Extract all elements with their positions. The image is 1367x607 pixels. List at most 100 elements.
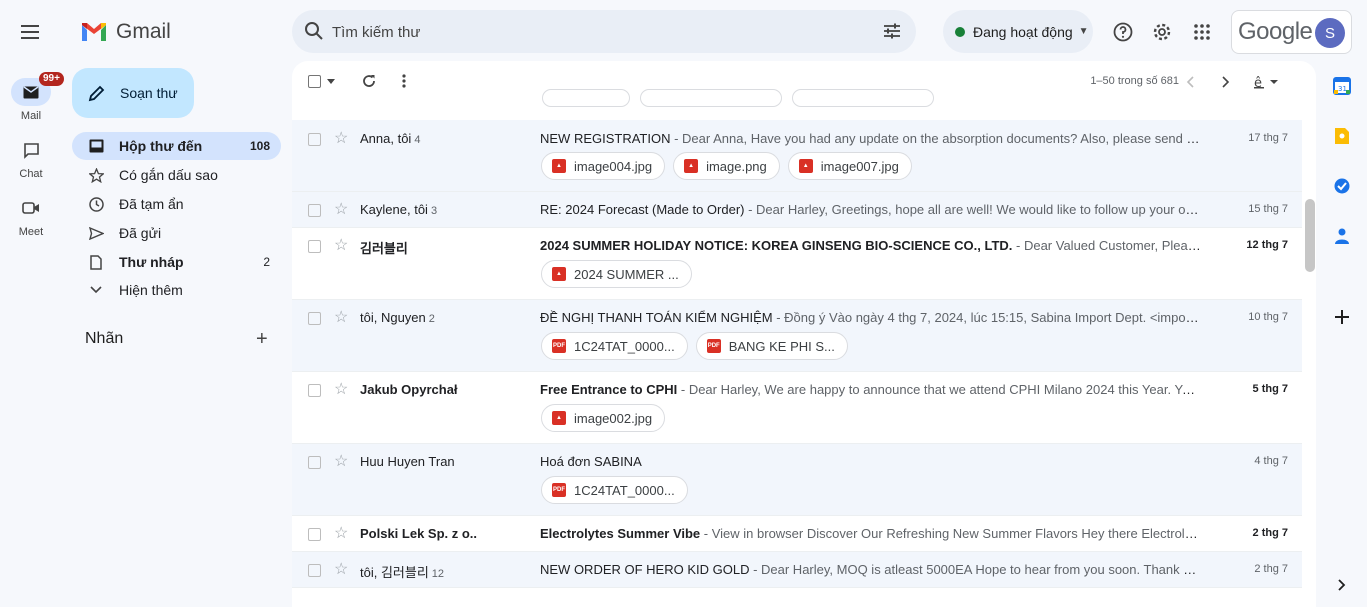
nav-inbox[interactable]: Hộp thư đến 108 — [72, 132, 281, 160]
select-all-checkbox[interactable] — [308, 75, 335, 88]
unread-badge: 99+ — [39, 72, 64, 86]
star-icon[interactable]: ☆ — [334, 382, 348, 398]
subject-line: RE: 2024 Forecast (Made to Order) - Dear… — [540, 202, 1202, 217]
row-checkbox[interactable] — [308, 204, 321, 217]
refresh-button[interactable] — [362, 74, 376, 88]
status-label: Đang hoạt động — [973, 23, 1073, 40]
gmail-m-icon — [82, 23, 106, 41]
image-file-icon: ▲ — [798, 159, 813, 173]
sender: Polski Lek Sp. z o.. — [360, 526, 478, 541]
nav-drafts[interactable]: Thư nháp 2 — [72, 248, 281, 276]
star-icon[interactable]: ☆ — [334, 131, 348, 147]
email-row[interactable]: ☆ Polski Lek Sp. z o.. Electrolytes Summ… — [292, 516, 1302, 552]
row-checkbox[interactable] — [308, 564, 321, 577]
compose-label: Soạn thư — [120, 85, 178, 101]
chevron-down-icon — [90, 286, 102, 294]
rail-meet[interactable]: Meet — [0, 194, 62, 238]
mail-icon — [23, 85, 39, 98]
email-row[interactable]: ☆ Anna, tôi 4 NEW REGISTRATION - Dear Ann… — [292, 120, 1302, 192]
row-checkbox[interactable] — [308, 456, 321, 469]
row-checkbox[interactable] — [308, 528, 321, 541]
rail-mail-label: Mail — [20, 110, 42, 122]
more-vert-icon — [402, 74, 406, 88]
logo-text: Gmail — [116, 20, 171, 43]
prev-page-button[interactable] — [1186, 76, 1194, 88]
apps-button[interactable] — [1188, 18, 1216, 46]
avatar[interactable]: S — [1315, 18, 1345, 48]
nav-label: Hiện thêm — [119, 282, 183, 298]
star-icon[interactable]: ☆ — [334, 526, 348, 542]
search-input[interactable] — [332, 21, 832, 43]
gmail-logo[interactable]: Gmail — [80, 20, 171, 44]
main-menu-button[interactable] — [14, 16, 46, 48]
input-tools-button[interactable]: ê — [1254, 75, 1280, 89]
attachment-chip[interactable]: ▲ image002.jpg — [541, 404, 666, 432]
tasks-button[interactable] — [1332, 176, 1352, 196]
email-row[interactable]: ☆ Jakub Opyrchał Free Entrance to CPHI -… — [292, 372, 1302, 444]
account-switcher[interactable]: Google S — [1231, 10, 1352, 54]
contacts-button[interactable] — [1332, 226, 1352, 246]
help-button[interactable] — [1109, 18, 1137, 46]
nav-sent[interactable]: Đã gửi — [72, 219, 281, 247]
email-row[interactable]: ☆ tôi, 김러블리 12 NEW ORDER OF HERO KID GOLD… — [292, 552, 1302, 588]
chevron-down-icon: ▼ — [1078, 26, 1089, 37]
attachment-chip[interactable]: ▲ 2024 SUMMER ... — [541, 260, 692, 288]
next-page-button[interactable] — [1222, 76, 1230, 88]
add-addon-button[interactable] — [1332, 307, 1352, 327]
more-actions-button[interactable] — [402, 74, 406, 88]
chat-icon — [23, 142, 39, 159]
attachment-chip[interactable]: PDF 1C24TAT_0000... — [541, 332, 688, 360]
search-icon[interactable] — [304, 21, 324, 41]
date: 15 thg 7 — [1248, 203, 1288, 215]
attachment-chip[interactable]: PDF 1C24TAT_0000... — [541, 476, 688, 504]
search-options-icon[interactable] — [882, 21, 902, 41]
refresh-icon — [363, 75, 375, 87]
star-icon[interactable]: ☆ — [334, 310, 348, 326]
show-side-panel-button[interactable] — [1332, 575, 1352, 595]
status-selector[interactable]: Đang hoạt động ▼ — [943, 10, 1093, 53]
rail-chat-label: Chat — [19, 168, 43, 180]
add-label-button[interactable]: + — [256, 329, 268, 349]
email-row[interactable]: ☆ Huu Huyen Tran Hoá đơn SABINA 4 thg 7 … — [292, 444, 1302, 516]
send-icon — [88, 226, 104, 240]
compose-button[interactable]: Soạn thư — [72, 68, 194, 118]
attachment-chip[interactable]: ▲ image007.jpg — [787, 152, 912, 180]
email-row[interactable]: ☆ Kaylene, tôi 3 RE: 2024 Forecast (Made … — [292, 192, 1302, 228]
date: 5 thg 7 — [1252, 383, 1288, 395]
calendar-button[interactable]: 31 — [1332, 76, 1352, 96]
nav-more[interactable]: Hiện thêm — [72, 276, 281, 304]
keep-button[interactable] — [1332, 126, 1352, 146]
email-row[interactable]: ☆ tôi, Nguyen 2 ĐỀ NGHỊ THANH TOÁN KIỂM N… — [292, 300, 1302, 372]
nav-starred[interactable]: Có gắn dấu sao — [72, 161, 281, 189]
nav-snoozed[interactable]: Đã tạm ẩn — [72, 190, 281, 218]
settings-button[interactable] — [1148, 18, 1176, 46]
rail-mail[interactable]: 99+ Mail — [0, 72, 64, 122]
google-brand: Google — [1238, 18, 1313, 45]
nav-count: 108 — [249, 139, 270, 153]
caret-down-icon — [327, 79, 335, 84]
subject-line: Electrolytes Summer Vibe - View in brows… — [540, 526, 1202, 541]
rail-chat[interactable]: Chat — [0, 136, 62, 180]
star-icon[interactable]: ☆ — [334, 562, 348, 578]
email-row[interactable]: ☆ 김러블리 2024 SUMMER HOLIDAY NOTICE: KOREA… — [292, 228, 1302, 300]
row-checkbox[interactable] — [308, 312, 321, 325]
attachment-chip[interactable]: ▲ image.png — [673, 152, 780, 180]
date: 17 thg 7 — [1248, 132, 1288, 144]
plus-icon — [1335, 310, 1349, 324]
nav-label: Đã gửi — [119, 225, 162, 241]
row-checkbox[interactable] — [308, 384, 321, 397]
search-bar[interactable] — [292, 10, 916, 53]
list-scrollbar[interactable] — [1305, 199, 1315, 272]
star-icon[interactable]: ☆ — [334, 202, 348, 218]
svg-text:31: 31 — [1338, 85, 1347, 93]
row-checkbox[interactable] — [308, 240, 321, 253]
pencil-icon — [88, 85, 105, 102]
star-icon[interactable]: ☆ — [334, 238, 348, 254]
row-checkbox[interactable] — [308, 133, 321, 146]
attachment-chip[interactable]: ▲ image004.jpg — [541, 152, 666, 180]
star-icon[interactable]: ☆ — [334, 454, 348, 470]
pdf-file-icon: PDF — [706, 339, 721, 353]
nav-label: Hộp thư đến — [119, 138, 203, 154]
nav-label: Có gắn dấu sao — [119, 167, 218, 183]
attachment-chip[interactable]: PDF BANG KE PHI S... — [695, 332, 848, 360]
